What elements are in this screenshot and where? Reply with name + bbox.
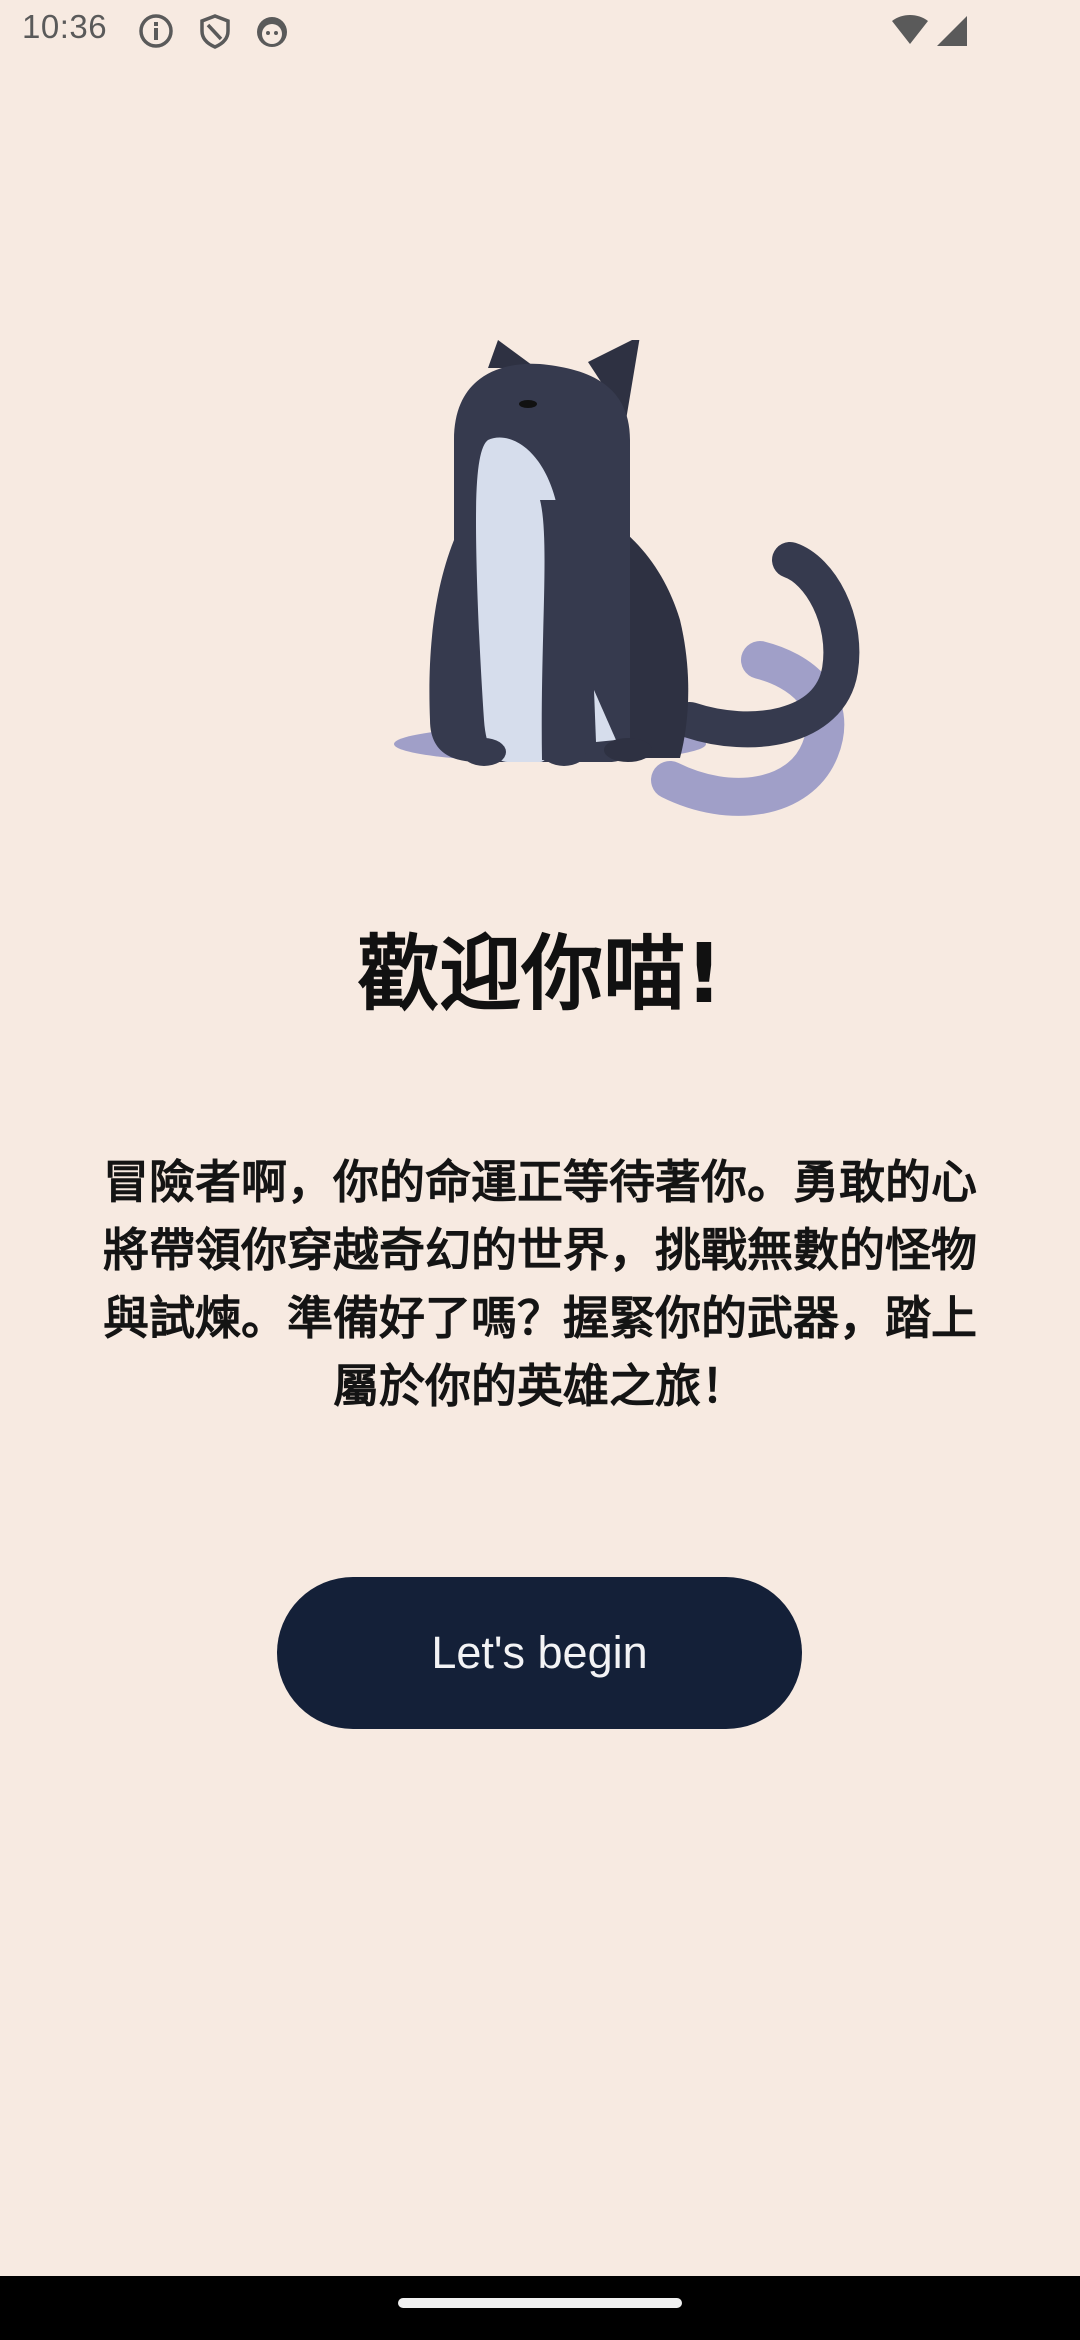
lets-begin-button[interactable]: Let's begin <box>277 1577 802 1729</box>
android-face-icon <box>253 12 291 50</box>
welcome-message: 冒險者啊，你的命運正等待著你。勇敢的心將帶領你穿越奇幻的世界，挑戰無數的怪物與試… <box>103 1155 977 1413</box>
cell-signal-icon <box>934 12 972 50</box>
cat-illustration <box>380 336 860 820</box>
status-time: 10:36 <box>22 8 108 45</box>
info-icon <box>137 12 175 50</box>
navigation-bar <box>0 2276 1080 2340</box>
wifi-icon <box>890 12 928 50</box>
welcome-screen: 10:36 歡迎你喵! 冒險者啊，你的命運正等待著你。勇敢的心將帶領你穿越奇幻的… <box>0 0 1080 2340</box>
welcome-title: 歡迎你喵! <box>357 927 723 1022</box>
home-indicator[interactable] <box>398 2298 682 2308</box>
status-bar: 10:36 <box>0 0 1080 62</box>
shield-icon <box>196 12 234 50</box>
